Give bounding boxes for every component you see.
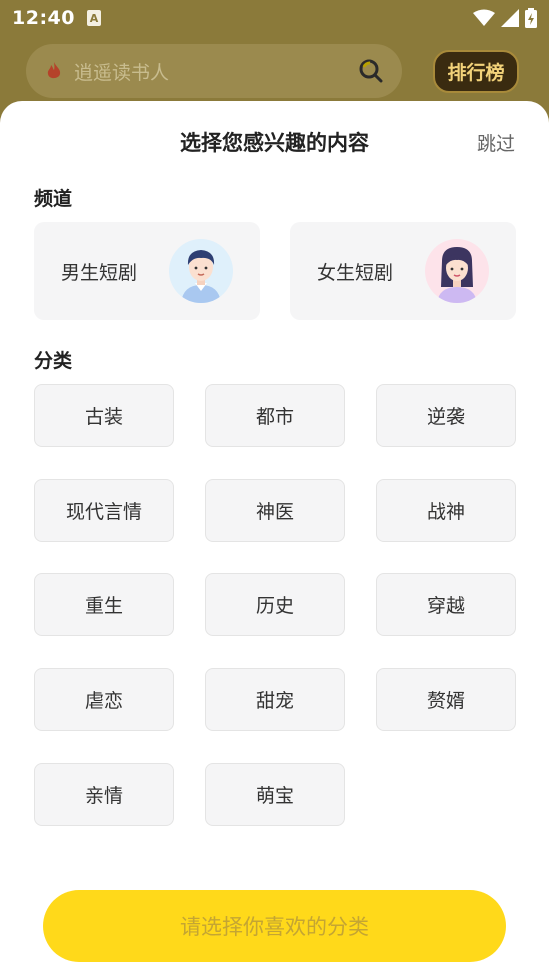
channel-section-label: 频道 xyxy=(34,188,73,210)
category-tag[interactable]: 赘婿 xyxy=(376,668,516,731)
interest-selection-sheet: 选择您感兴趣的内容 跳过 频道 男生短剧 女生短剧 分类 古装 都市 逆袭 现代… xyxy=(0,101,549,977)
category-tag[interactable]: 萌宝 xyxy=(205,763,345,826)
battery-charging-icon xyxy=(525,8,537,28)
category-tag[interactable]: 甜宠 xyxy=(205,668,345,731)
channel-label: 男生短剧 xyxy=(61,261,138,284)
search-placeholder: 逍遥读书人 xyxy=(74,61,170,84)
category-tag[interactable]: 重生 xyxy=(34,573,174,636)
category-tag[interactable]: 虐恋 xyxy=(34,668,174,731)
category-tag[interactable]: 逆袭 xyxy=(376,384,516,447)
signal-icon xyxy=(501,9,519,27)
category-tag[interactable]: 亲情 xyxy=(34,763,174,826)
category-tag[interactable]: 古装 xyxy=(34,384,174,447)
status-icons xyxy=(473,8,537,28)
category-tag[interactable]: 都市 xyxy=(205,384,345,447)
male-avatar-icon xyxy=(169,239,233,303)
category-tag[interactable]: 神医 xyxy=(205,479,345,542)
category-tag[interactable]: 战神 xyxy=(376,479,516,542)
channel-label: 女生短剧 xyxy=(317,261,394,284)
category-tag[interactable]: 历史 xyxy=(205,573,345,636)
search-icon[interactable] xyxy=(358,58,384,84)
female-avatar-icon xyxy=(425,239,489,303)
notification-icon: A xyxy=(86,10,101,26)
rank-list-label: 排行榜 xyxy=(433,49,519,93)
channel-card-male[interactable]: 男生短剧 xyxy=(34,222,260,320)
category-tag[interactable]: 穿越 xyxy=(376,573,516,636)
sheet-title: 选择您感兴趣的内容 xyxy=(180,131,369,155)
wifi-icon xyxy=(473,9,495,27)
channel-card-female[interactable]: 女生短剧 xyxy=(290,222,516,320)
category-tag[interactable]: 现代言情 xyxy=(34,479,174,542)
skip-button[interactable]: 跳过 xyxy=(477,129,515,156)
category-section-label: 分类 xyxy=(34,350,73,372)
screen: 12:40 A 逍遥读书人 排行榜 选择您感兴趣的内容 跳过 频道 男生短剧 女… xyxy=(0,0,549,977)
flame-icon xyxy=(44,61,64,81)
status-time: 12:40 xyxy=(12,7,75,29)
rank-list-button[interactable]: 排行榜 xyxy=(426,44,526,98)
status-bar: 12:40 A xyxy=(0,0,549,36)
search-bar[interactable]: 逍遥读书人 xyxy=(26,44,402,98)
confirm-categories-button[interactable]: 请选择你喜欢的分类 xyxy=(43,890,506,962)
